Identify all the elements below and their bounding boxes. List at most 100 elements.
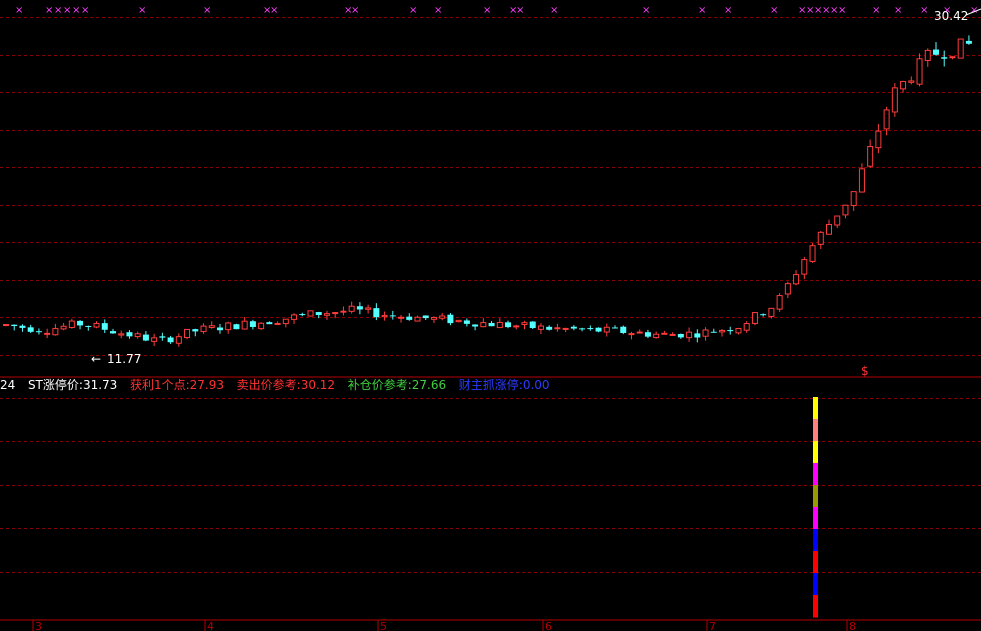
candle xyxy=(225,321,232,334)
candle xyxy=(299,312,306,317)
candle xyxy=(192,328,199,337)
high-price-label: 30.42 xyxy=(934,9,968,23)
candle xyxy=(35,328,42,335)
candle xyxy=(570,325,577,331)
candle xyxy=(719,328,726,337)
legend-profit-label: 获利1个点: xyxy=(129,378,190,392)
candle xyxy=(307,310,314,317)
signal-marker: × xyxy=(270,5,278,16)
candle xyxy=(587,325,594,331)
candle xyxy=(513,324,520,330)
candle xyxy=(77,320,84,330)
candle xyxy=(916,53,923,87)
candle xyxy=(406,313,413,321)
signal-marker: × xyxy=(434,5,442,16)
signal-marker: × xyxy=(838,5,846,16)
candle xyxy=(850,191,857,211)
candle xyxy=(579,327,586,332)
candle xyxy=(472,324,479,331)
legend-prefix: 24 xyxy=(0,378,16,392)
candle xyxy=(60,322,67,331)
signal-marker: × xyxy=(872,5,880,16)
candle xyxy=(134,331,141,339)
indicator-bar-segment xyxy=(813,551,818,574)
candle xyxy=(595,327,602,333)
candle xyxy=(710,328,717,333)
indicator-panel-grid xyxy=(0,398,981,573)
candlestick-chart: × × × × × × × × ×× ×× × × × ×× × × × × × × × × × × × × × × × × 3 4 5 6 7 8… xyxy=(0,5,981,631)
month-label: 6 xyxy=(545,620,552,631)
candle xyxy=(52,323,59,336)
signal-marker: × xyxy=(642,5,650,16)
candle xyxy=(653,331,660,339)
candle xyxy=(208,321,215,329)
candle xyxy=(875,124,882,154)
candle xyxy=(101,319,108,333)
candle xyxy=(644,329,651,339)
signal-marker: × xyxy=(72,5,80,16)
month-label: 8 xyxy=(849,620,856,631)
indicator-bar-segment xyxy=(813,595,818,618)
candle xyxy=(932,42,939,56)
low-price-arrow: ← xyxy=(91,352,101,366)
candle xyxy=(529,321,536,330)
legend-add-value: 27.66 xyxy=(411,378,447,392)
legend-st-limit-value: 31.73 xyxy=(82,378,118,392)
candle xyxy=(965,35,972,45)
price-panel-grid xyxy=(0,17,981,356)
candle xyxy=(941,50,948,67)
candle xyxy=(826,219,832,235)
candle xyxy=(694,329,701,343)
candle xyxy=(142,331,149,342)
month-axis: 3 4 5 6 7 8 xyxy=(32,620,856,631)
candle xyxy=(340,306,347,316)
low-price-label: 11.77 xyxy=(107,352,141,366)
candle xyxy=(891,83,898,117)
indicator-bar-segment xyxy=(813,441,818,464)
candle xyxy=(439,312,446,321)
month-label: 5 xyxy=(380,620,387,631)
month-label: 4 xyxy=(207,620,214,631)
candle xyxy=(184,328,191,340)
candle xyxy=(883,106,890,136)
candle xyxy=(249,319,256,330)
candle xyxy=(68,318,75,329)
candle xyxy=(109,328,116,334)
candle xyxy=(11,324,18,331)
signal-marker: × xyxy=(409,5,417,16)
indicator-bar-segment xyxy=(813,529,818,552)
candle xyxy=(924,48,931,67)
indicator-bar-segment xyxy=(813,419,818,442)
candle xyxy=(949,56,956,60)
candle xyxy=(422,315,429,321)
candle xyxy=(505,320,512,329)
candle xyxy=(562,327,569,333)
legend-sell-value: 30.12 xyxy=(300,378,336,392)
candle xyxy=(151,333,158,346)
candle xyxy=(677,333,684,339)
candle xyxy=(455,319,462,323)
indicator-bar-segment xyxy=(813,507,818,530)
signal-marker: × xyxy=(920,5,928,16)
candle xyxy=(216,323,223,334)
candle xyxy=(702,327,709,341)
signal-marker: × xyxy=(351,5,359,16)
candle xyxy=(957,38,964,59)
candle xyxy=(751,312,758,326)
candle xyxy=(686,327,693,342)
signal-marker: × xyxy=(516,5,524,16)
signal-marker: × xyxy=(894,5,902,16)
candle xyxy=(126,330,133,339)
candle xyxy=(480,318,487,328)
candle xyxy=(167,335,174,344)
price-candles xyxy=(3,35,972,347)
candle xyxy=(241,316,248,330)
candle xyxy=(554,323,561,332)
legend-add-label: 补仓价参考: xyxy=(347,378,412,392)
signal-markers: × × × × × × × × ×× ×× × × × ×× × × × × × × × × × × × × × × × × xyxy=(15,5,978,16)
candle xyxy=(27,324,34,333)
indicator-bar-segment xyxy=(813,573,818,596)
signal-marker: × xyxy=(203,5,211,16)
candle xyxy=(669,332,676,336)
candle xyxy=(521,320,528,330)
